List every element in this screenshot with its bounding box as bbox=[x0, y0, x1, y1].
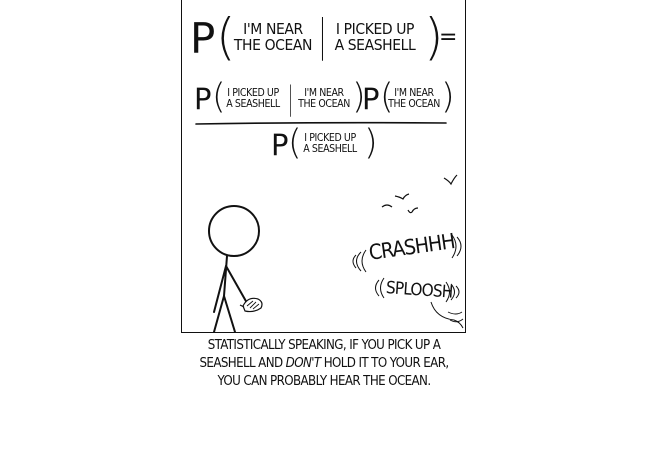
caption-line-3: YOU CAN PROBABLY HEAR THE OCEAN. bbox=[217, 374, 432, 389]
caption-line-2: SEASHELL AND DON'T HOLD IT TO YOUR EAR, bbox=[199, 356, 450, 371]
caption-line-1: STATISTICALLY SPEAKING, IF YOU PICK UP A bbox=[207, 338, 441, 353]
caption: STATISTICALLY SPEAKING, IF YOU PICK UP A… bbox=[176, 337, 472, 391]
caption-emphasis: DON'T bbox=[285, 356, 321, 371]
